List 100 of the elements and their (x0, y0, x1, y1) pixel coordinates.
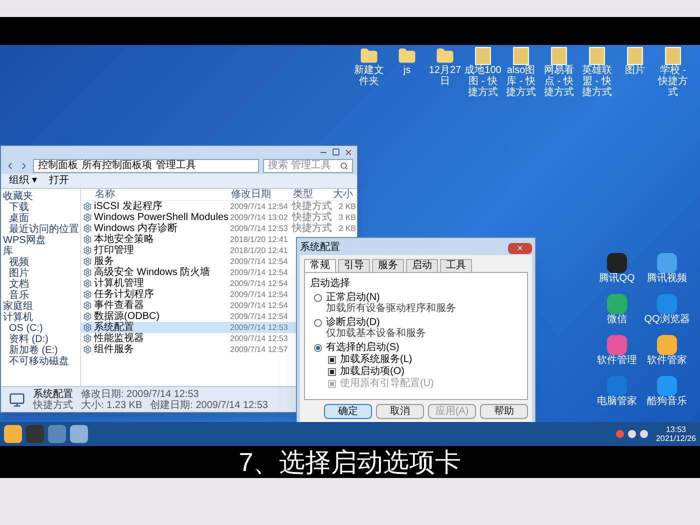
file-row[interactable]: Windows PowerShell Modules2009/7/14 13:02 快捷方式 3 KB (81, 212, 357, 223)
file-name: 数据源(ODBC) (94, 311, 161, 322)
desktop-icon-label[interactable]: 成地100图 - 快捷方式 (464, 65, 502, 98)
radio-button[interactable] (314, 318, 322, 326)
dialog-title: 系统配置 (300, 242, 340, 254)
tab[interactable]: 服务 (372, 259, 404, 272)
checkbox[interactable] (328, 356, 336, 364)
file-date: 2009/7/14 12:57 (230, 344, 289, 355)
desktop-icon-label[interactable]: 腾讯QQ (599, 273, 635, 284)
app-icon[interactable] (657, 335, 677, 355)
file-row[interactable]: iSCSI 发起程序 2009/7/14 12:54 快捷方式 2 KB (81, 201, 357, 212)
tab[interactable]: 启动 (406, 259, 438, 272)
sidebar-item[interactable]: 图片 (9, 268, 29, 279)
gear-icon (83, 202, 92, 211)
dialog-button[interactable]: 取消 (376, 404, 424, 419)
radio-button[interactable] (314, 344, 322, 352)
checkbox-label[interactable]: 加载启动项(O) (340, 366, 404, 377)
desktop-icon-label[interactable]: 软件管理 (597, 355, 637, 366)
sidebar-item[interactable]: 计算机 (3, 312, 33, 323)
desktop-icon-label[interactable]: QQ浏览器 (644, 314, 690, 325)
file-size: 2 KB (338, 201, 356, 212)
tab[interactable]: 引导 (338, 259, 370, 272)
gear-icon (83, 290, 92, 299)
file-date: 2009/7/14 12:54 (230, 267, 289, 278)
folder-icon[interactable] (436, 47, 454, 65)
desktop-icon-label[interactable]: 英雄联盟 - 快捷方式 (578, 65, 616, 98)
sidebar-item[interactable]: 视频 (9, 257, 29, 268)
desktop-icon-label[interactable]: 腾讯视频 (647, 273, 687, 284)
breadcrumb-item[interactable]: 所有控制面板项 (82, 160, 152, 172)
toolbar-button[interactable]: 打开 (48, 175, 69, 187)
group-label: 启动选择 (310, 278, 351, 289)
dialog-button[interactable]: 确定 (324, 404, 372, 419)
address-bar[interactable]: 控制面板 所有控制面板项 管理工具 (33, 159, 259, 173)
desktop-icon-label[interactable]: js (388, 65, 426, 76)
column-header[interactable]: 名称 (95, 189, 231, 200)
column-header[interactable]: 类型 (293, 189, 333, 200)
app-icon[interactable] (657, 376, 677, 396)
search-field[interactable]: 搜索 管理工具 (263, 159, 353, 173)
sidebar-item[interactable]: OS (C:) (9, 323, 43, 334)
tab[interactable]: 常规 (304, 259, 336, 272)
sidebar-item[interactable]: WPS网盘 (3, 235, 46, 246)
desktop-icon-label[interactable]: 网易看点 - 快捷方式 (540, 65, 578, 98)
taskbar-app-icon[interactable] (70, 425, 88, 443)
desktop-icon-label[interactable]: 软件管家 (647, 355, 687, 366)
checkbox[interactable] (328, 368, 336, 376)
monitor-icon (9, 392, 25, 408)
desktop-icon-label[interactable]: 酷狗音乐 (647, 396, 687, 407)
file-date: 2009/7/14 12:54 (230, 256, 289, 267)
clock-time[interactable]: 13:53 (666, 425, 686, 434)
sidebar-item[interactable]: 库 (3, 246, 13, 257)
clock-date[interactable]: 2021/12/26 (656, 434, 696, 443)
sidebar-item[interactable]: 收藏夹 (3, 191, 33, 202)
file-type: 快捷方式 (292, 212, 332, 223)
option-description: 加载所有设备驱动程序和服务 (325, 303, 457, 314)
toolbar-button[interactable]: 组织 ▾ (9, 175, 37, 187)
desktop-icon-label[interactable]: 电脑管家 (597, 396, 637, 407)
desktop-icon-label[interactable]: 新建文件夹 (350, 65, 388, 87)
app-icon[interactable] (607, 294, 627, 314)
tab[interactable]: 工具 (440, 259, 472, 272)
radio-label[interactable]: 有选择的启动(S) (326, 342, 400, 353)
file-row[interactable]: Windows 内存诊断 2009/7/14 12:53 快捷方式 2 KB (81, 223, 357, 234)
taskbar-app-icon[interactable] (48, 425, 66, 443)
column-header[interactable]: 大小 (333, 189, 357, 200)
breadcrumb-item[interactable]: 控制面板 (38, 160, 78, 172)
video-caption: 7、选择启动选项卡 (238, 447, 462, 477)
sidebar-item[interactable]: 资料 (D:) (9, 334, 48, 345)
checkbox-label[interactable]: 加载系统服务(L) (340, 354, 412, 365)
close-button[interactable] (508, 242, 532, 254)
sidebar-item[interactable]: 桌面 (9, 213, 29, 224)
folder-icon[interactable] (360, 47, 378, 65)
file-size: 3 KB (338, 212, 356, 223)
sidebar-item[interactable]: 最近访问的位置 (9, 224, 79, 235)
desktop-icon-label[interactable]: 图片 (616, 65, 654, 76)
sidebar-item[interactable]: 新加卷 (E:) (9, 345, 58, 356)
desktop-icon-label[interactable]: also图库 - 快捷方式 (502, 65, 540, 98)
desktop-icon-label[interactable]: 微信 (607, 314, 627, 325)
folder-icon[interactable] (398, 47, 416, 65)
radio-button[interactable] (314, 294, 322, 302)
desktop-icon-label[interactable]: 学校 - 快捷方式 (654, 65, 692, 98)
radio-label[interactable]: 正常启动(N) (326, 292, 380, 303)
app-icon[interactable] (607, 335, 627, 355)
column-header[interactable]: 修改日期 (231, 189, 293, 200)
breadcrumb-item[interactable]: 管理工具 (156, 160, 196, 172)
app-icon[interactable] (657, 253, 677, 273)
file-date: 2009/7/14 12:53 (230, 333, 289, 344)
sidebar-item[interactable]: 下载 (9, 202, 29, 213)
file-type: 快捷方式 (292, 201, 332, 212)
file-name: 事件查看器 (94, 300, 145, 311)
sidebar-item[interactable]: 不可移动磁盘 (9, 356, 69, 367)
file-name: 服务 (94, 256, 114, 267)
dialog-button[interactable]: 帮助 (480, 404, 528, 419)
app-icon[interactable] (607, 253, 627, 273)
file-date: 2009/7/14 12:54 (230, 311, 289, 322)
sidebar-item[interactable]: 音乐 (9, 290, 29, 301)
sidebar-item[interactable]: 家庭组 (3, 301, 33, 312)
maximize-icon[interactable] (332, 148, 340, 156)
taskbar-app-icon[interactable] (4, 425, 22, 443)
sidebar-item[interactable]: 文档 (9, 279, 29, 290)
close-icon[interactable] (344, 148, 353, 156)
desktop-icon-label[interactable]: 12月27日 (426, 65, 464, 87)
